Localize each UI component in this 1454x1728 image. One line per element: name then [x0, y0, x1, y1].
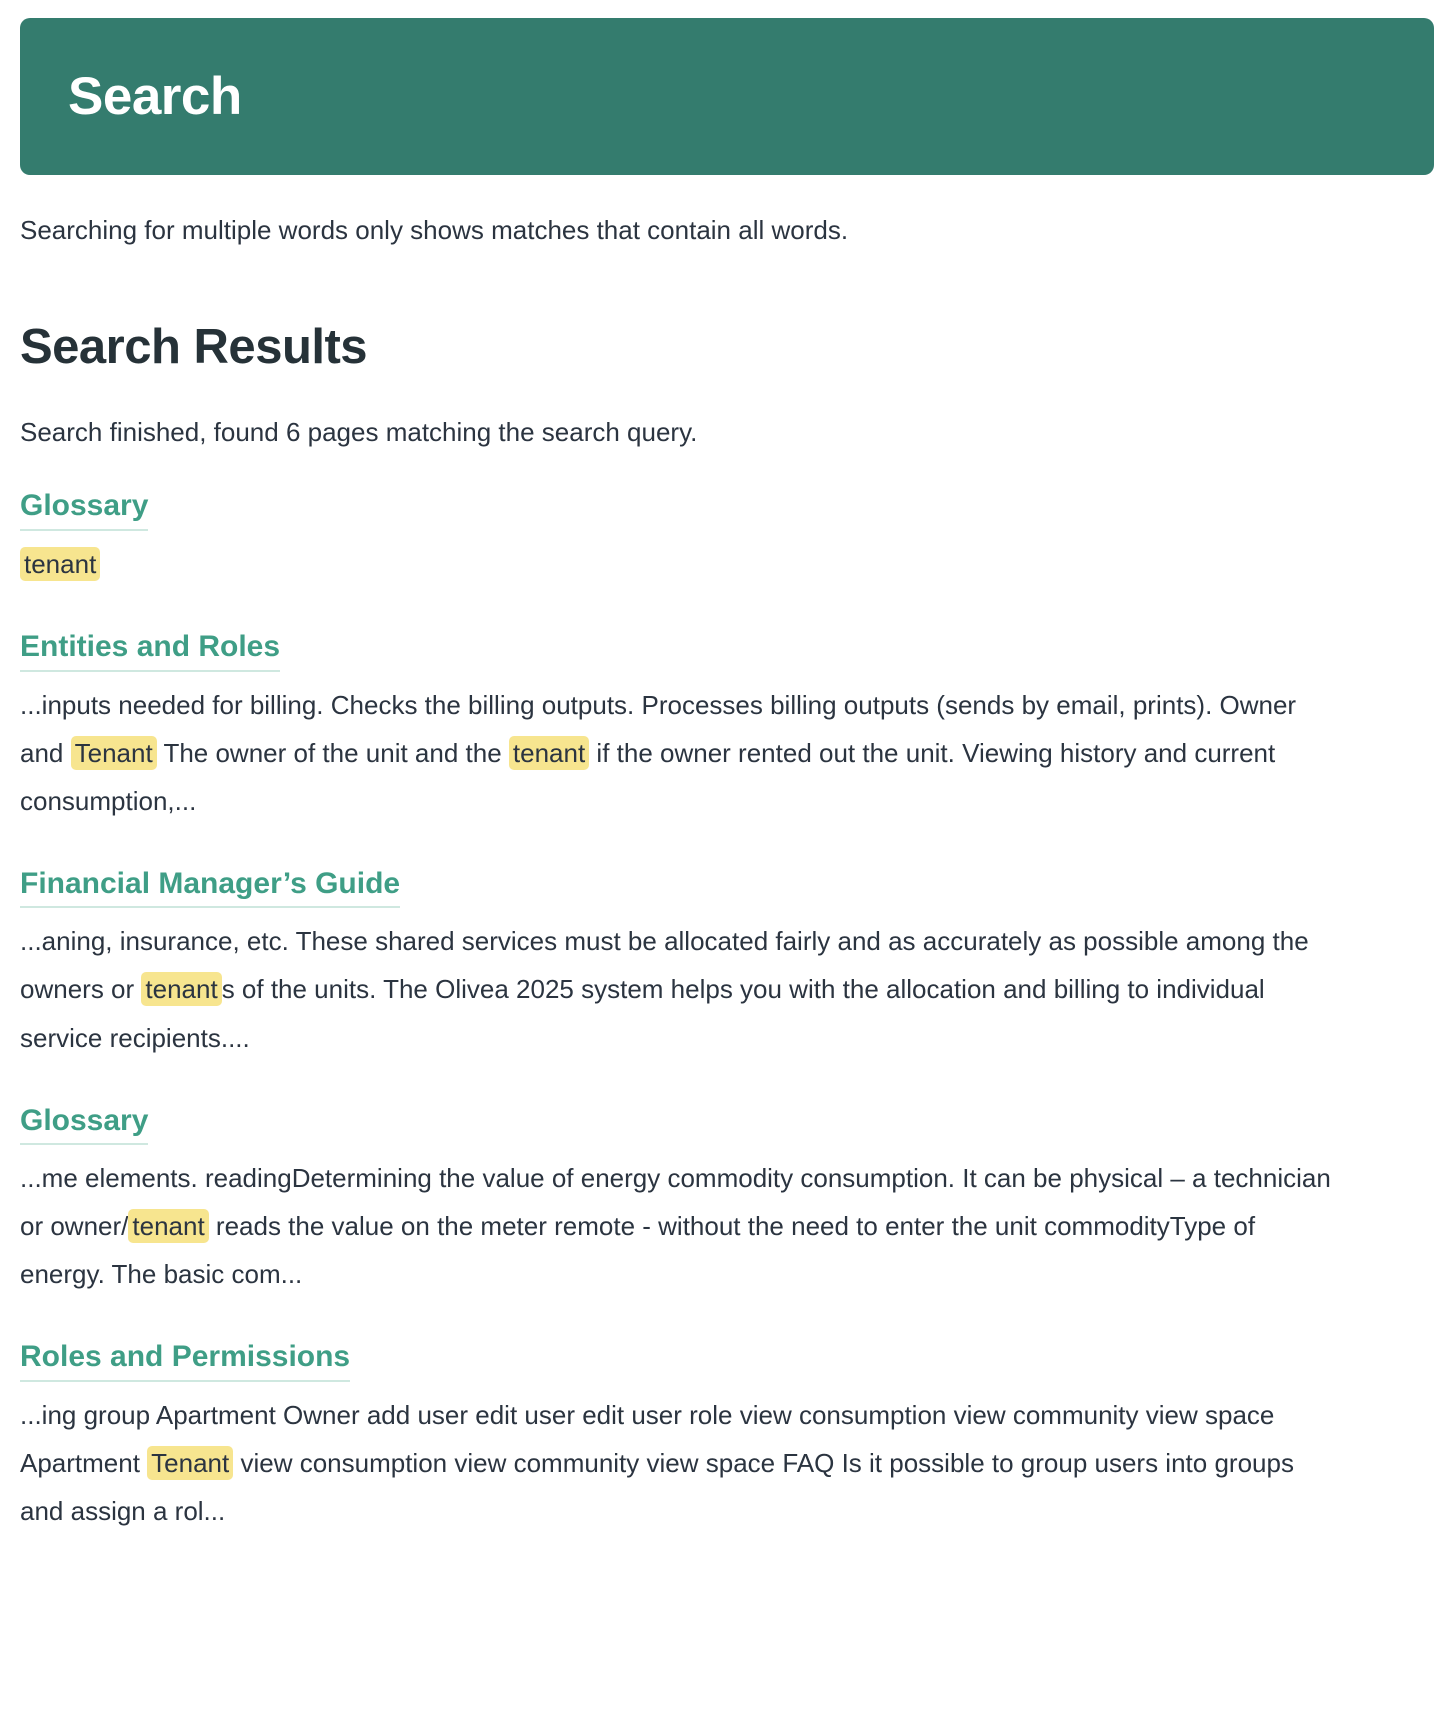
- search-status-text: Search finished, found 6 pages matching …: [20, 416, 698, 447]
- search-result-excerpt: ...inputs needed for billing. Checks the…: [20, 681, 1340, 825]
- search-result-link[interactable]: Glossary: [20, 1104, 149, 1146]
- search-term-highlight: tenant: [141, 972, 222, 1007]
- search-results-list: Glossary tenant Entities and Roles ...input…: [20, 489, 1434, 1535]
- search-result-item: Roles and Permissions ...ing group Apartm…: [20, 1340, 1434, 1535]
- search-result-item: Glossary ...me elements. readingDetermini…: [20, 1104, 1434, 1299]
- page-title: Search: [68, 67, 242, 126]
- search-term-highlight: Tenant: [147, 1446, 234, 1480]
- search-result-item: Entities and Roles ...inputs needed for b…: [20, 630, 1434, 825]
- search-page: Search Searching for multiple words only…: [0, 18, 1454, 1535]
- excerpt-text: The owner of the unit and the: [156, 737, 509, 768]
- page-header-banner: Search: [20, 18, 1434, 175]
- search-result-item: Financial Manager’s Guide ...aning, insur…: [20, 867, 1434, 1062]
- search-result-item: Glossary tenant: [20, 489, 1434, 588]
- search-result-link[interactable]: Entities and Roles: [20, 630, 281, 672]
- search-result-link[interactable]: Roles and Permissions: [20, 1340, 351, 1382]
- search-term-highlight: tenant: [128, 1209, 209, 1244]
- search-results-heading: Search Results: [20, 319, 368, 374]
- search-term-highlight: tenant: [20, 546, 101, 581]
- search-term-highlight: Tenant: [70, 735, 157, 770]
- search-result-link[interactable]: Financial Manager’s Guide: [20, 867, 401, 909]
- search-result-excerpt: ...me elements. readingDetermining the v…: [20, 1154, 1340, 1298]
- search-result-excerpt: tenant: [20, 540, 1340, 588]
- search-result-excerpt: ...aning, insurance, etc. These shared s…: [20, 917, 1340, 1061]
- search-result-excerpt: ...ing group Apartment Owner add user ed…: [20, 1391, 1340, 1535]
- search-term-highlight: tenant: [508, 735, 590, 770]
- search-hint-text: Searching for multiple words only shows …: [20, 215, 849, 245]
- search-result-link[interactable]: Glossary: [20, 489, 149, 531]
